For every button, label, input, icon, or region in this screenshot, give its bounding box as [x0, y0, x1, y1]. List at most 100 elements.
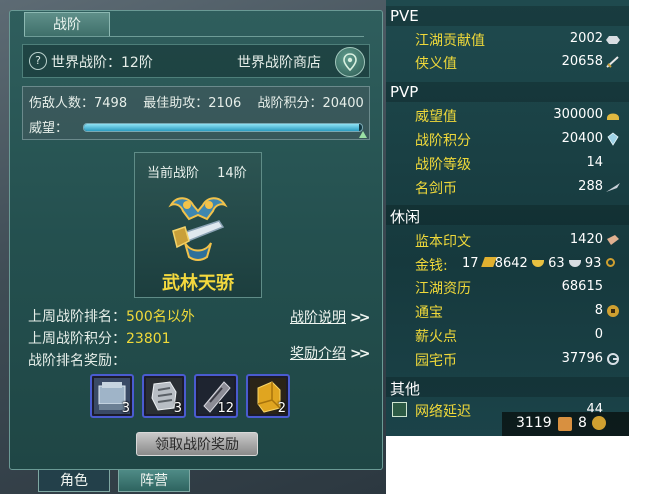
tab-role[interactable]: 角色 [38, 470, 110, 492]
claim-rank-reward-button[interactable]: 领取战阶奖励 [136, 432, 258, 456]
leisure-row-tongbao: 通宝 8 [386, 301, 629, 323]
row-label: 监本印文 [415, 234, 471, 250]
reward-count: 3 [173, 401, 182, 416]
current-rank-card: 当前战阶 14阶 武林天骄 [134, 152, 262, 298]
coin-icon [607, 305, 619, 317]
tongbao-value: 8 [578, 415, 587, 431]
enemies-hurt-stat: 伤敌人数：7498 [29, 96, 128, 111]
row-label: 名剑币 [415, 181, 457, 197]
seal-icon [607, 235, 619, 245]
rank-title: 武林天骄 [162, 273, 234, 294]
leisure-row-house-coin: 园宅币 37796 [386, 349, 629, 371]
row-value: 288 [578, 179, 603, 194]
row-value: 14 [586, 155, 603, 170]
row-value: 1420 [569, 232, 603, 247]
row-label: 侠义值 [415, 56, 457, 72]
pvp-row-sword-coin: 名剑币 288 [386, 177, 629, 199]
reward-intro-link-text: 奖励介绍 [290, 346, 346, 362]
tab-divider [24, 36, 364, 37]
gold-ingot-icon [531, 260, 544, 267]
reward-slot-3[interactable]: 12 [194, 374, 238, 418]
world-shop-button[interactable] [335, 47, 365, 77]
last-week-rank: 上周战阶排名：500名以外 [28, 306, 195, 326]
section-bg [386, 82, 629, 102]
section-bg [386, 6, 629, 26]
money-values: 17 8642 63 93 [462, 256, 615, 271]
row-label: 园宅币 [415, 353, 457, 369]
row-value: 37796 [561, 351, 603, 366]
row-value: 68615 [561, 279, 603, 294]
other-header: 其他 [390, 380, 421, 398]
pvp-row-prestige: 威望值 300000 [386, 105, 629, 127]
points-value: 3119 [516, 415, 552, 431]
reward-intro-link[interactable]: 奖励介绍 >> [290, 343, 371, 363]
leisure-row-seal: 监本印文 1420 [386, 230, 629, 252]
row-value: 20658 [561, 54, 603, 69]
feather-blade-icon [606, 183, 620, 192]
row-label: 战阶等级 [415, 157, 471, 173]
row-label: 威望值 [415, 109, 457, 125]
last-week-rank-label: 上周战阶排名： [28, 309, 126, 325]
latency-checkbox[interactable] [392, 402, 407, 417]
row-label: 战阶积分 [415, 133, 471, 149]
row-label: 通宝 [415, 305, 443, 321]
row-label: 薪火点 [415, 329, 457, 345]
prestige-marker-icon [359, 131, 367, 138]
reward-count: 12 [217, 401, 234, 416]
row-label: 金钱: [415, 258, 448, 274]
current-rank-level: 14阶 [217, 166, 247, 181]
map-pin-icon [343, 53, 357, 71]
double-chevron-icon: >> [350, 310, 371, 326]
row-label: 江湖贡献值 [415, 33, 485, 49]
tab-camp[interactable]: 阵营 [118, 470, 190, 492]
prestige-progress-fill [84, 124, 360, 131]
copper-amount: 93 [584, 256, 602, 271]
row-value: 20400 [561, 131, 603, 146]
leisure-row-seniority: 江湖资历 68615 [386, 277, 629, 299]
gold-amount: 8642 [494, 256, 528, 271]
reward-count: 3 [121, 401, 130, 416]
blank-strip [629, 0, 657, 436]
rank-help-link-text: 战阶说明 [290, 310, 346, 326]
section-bg [386, 205, 629, 225]
currency-panel: PVE 江湖贡献值 2002 侠义值 20658 PVP 威望值 300000 … [386, 0, 629, 436]
help-icon[interactable]: ? [29, 52, 47, 70]
copper-coin-icon [605, 258, 615, 267]
crystal-icon [607, 132, 619, 146]
reward-slot-4[interactable]: 2 [246, 374, 290, 418]
last-week-points-value: 23801 [126, 331, 171, 347]
leisure-header: 休闲 [390, 208, 421, 226]
rank-points-stat: 战阶积分：20400 [257, 96, 364, 111]
row-value: 300000 [553, 107, 603, 122]
leisure-row-money: 金钱: 17 8642 63 93 [386, 254, 629, 276]
ingot-icon [606, 36, 620, 44]
reward-slot-2[interactable]: 3 [142, 374, 186, 418]
pvp-row-rank-level: 战阶等级 14 [386, 153, 629, 175]
double-chevron-icon: >> [350, 346, 371, 362]
silver-amount: 63 [548, 256, 565, 271]
boot-icon [558, 417, 572, 431]
reward-slot-1[interactable]: 3 [90, 374, 134, 418]
house-coin-icon [607, 353, 619, 365]
pvp-header: PVP [390, 83, 419, 101]
prestige-label: 威望： [29, 121, 69, 136]
row-label: 网络延迟 [415, 404, 471, 420]
leisure-row-spark: 薪火点 0 [386, 325, 629, 347]
combat-stats: 伤敌人数：7498 最佳助攻：2106 战阶积分：20400 威望： [22, 86, 370, 140]
silver-ingot-icon [568, 260, 581, 267]
row-value: 2002 [569, 31, 603, 46]
rank-reward-label: 战阶排名奖励： [28, 353, 126, 369]
sword-icon [606, 56, 619, 68]
world-rank-row: ? 世界战阶：12阶 世界战阶商店 [22, 44, 370, 78]
row-value: 0 [594, 327, 603, 342]
world-shop-label: 世界战阶商店 [237, 55, 321, 71]
reward-count: 2 [277, 401, 286, 416]
rank-help-link[interactable]: 战阶说明 >> [290, 307, 371, 327]
pve-header: PVE [390, 7, 419, 25]
last-week-rank-value: 500名以外 [126, 309, 195, 325]
prestige-progress-bar [83, 123, 363, 132]
pve-row-chivalry: 侠义值 20658 [386, 52, 629, 74]
gold-brick-amount: 17 [462, 256, 479, 271]
tab-rank[interactable]: 战阶 [24, 12, 110, 37]
helmet-icon [607, 113, 619, 120]
